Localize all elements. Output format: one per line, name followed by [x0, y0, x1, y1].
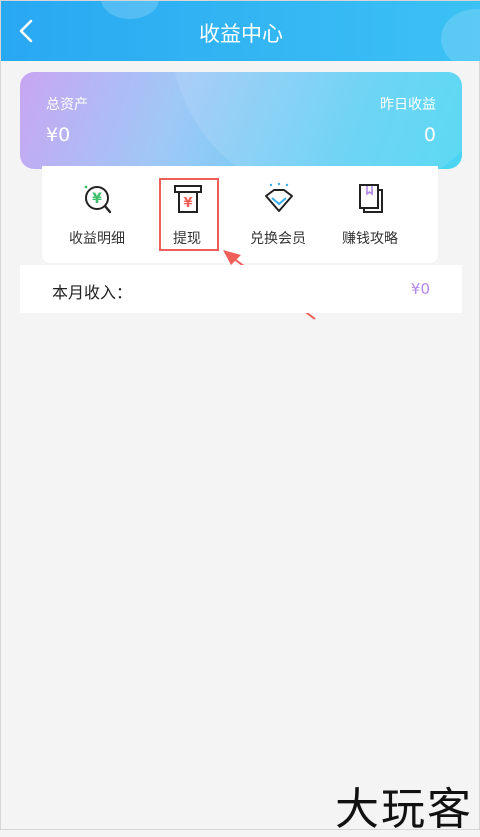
diamond-icon: [265, 182, 293, 212]
yesterday-earnings-value: 0: [423, 124, 436, 146]
total-assets-value: ¥0: [46, 124, 71, 146]
top-bar: 收益中心: [1, 1, 480, 61]
earning-guide-button[interactable]: 赚钱攻略: [325, 166, 415, 263]
total-assets-label: 总资产: [46, 97, 88, 113]
earnings-detail-button[interactable]: ¥ 收益明细: [52, 166, 142, 263]
asset-card: 总资产 ¥0 昨日收益 0: [20, 72, 462, 169]
book-icon: [359, 184, 383, 213]
earnings-detail-label: 收益明细: [69, 231, 125, 247]
svg-text:¥: ¥: [92, 191, 102, 207]
watermark-logo: 大玩客: [335, 784, 473, 835]
monthly-income-value: ¥0: [410, 280, 430, 298]
monthly-income-label: 本月收入：: [52, 283, 133, 302]
earning-guide-label: 赚钱攻略: [342, 231, 398, 247]
withdraw-highlight-box: [159, 178, 219, 251]
monthly-income-row: 本月收入： ¥0: [20, 265, 462, 313]
redeem-membership-label: 兑换会员: [250, 231, 306, 247]
yesterday-earnings-label: 昨日收益: [380, 97, 436, 113]
yen-magnifier-icon: ¥: [84, 185, 112, 214]
card-decoration: [170, 72, 462, 169]
page-title: 收益中心: [199, 22, 283, 46]
